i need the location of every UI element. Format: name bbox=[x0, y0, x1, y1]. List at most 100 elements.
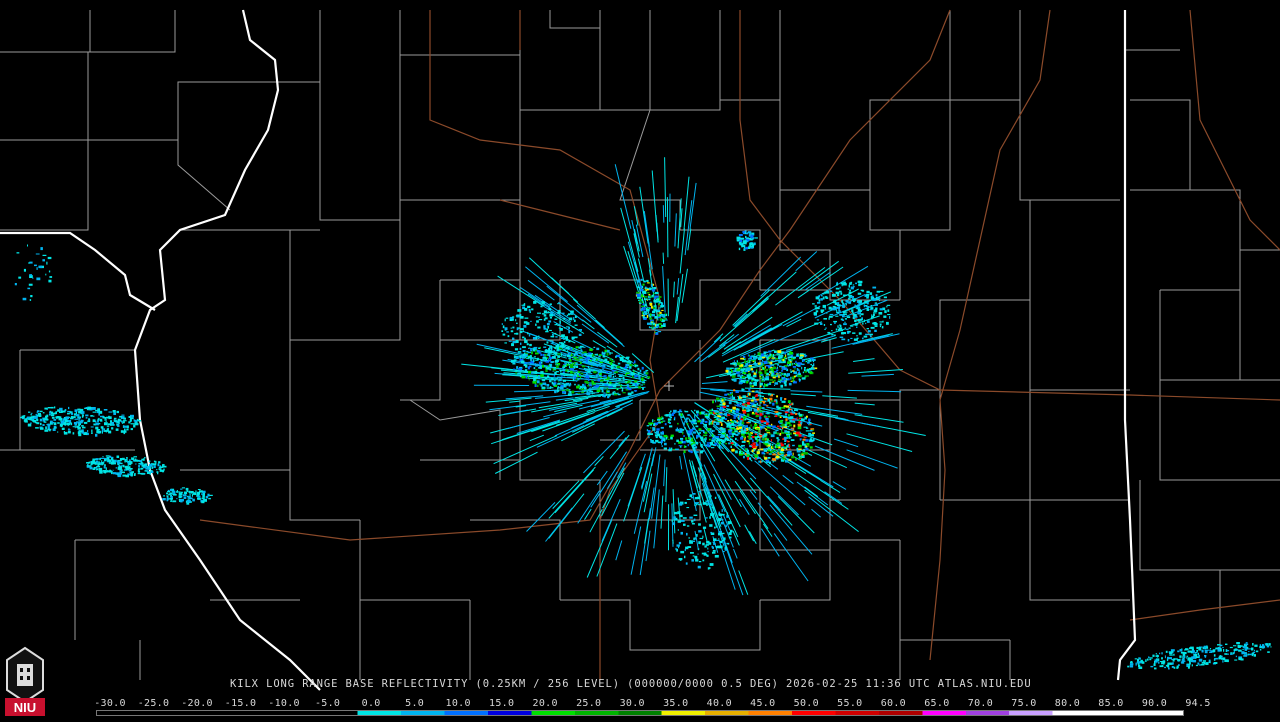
echo-pixel bbox=[1187, 664, 1190, 665]
echo-pixel bbox=[93, 415, 94, 417]
echo-pixel bbox=[646, 280, 648, 282]
echo-pixel bbox=[81, 425, 84, 427]
echo-pixel bbox=[822, 293, 824, 294]
echo-pixel bbox=[1253, 652, 1255, 653]
echo-pixel bbox=[709, 516, 711, 519]
echo-pixel bbox=[752, 449, 754, 452]
echo-pixel bbox=[746, 407, 750, 410]
echo-pixel bbox=[845, 300, 848, 302]
echo-pixel bbox=[567, 371, 568, 373]
echo-pixel bbox=[772, 444, 774, 446]
echo-pixel bbox=[519, 359, 520, 361]
echo-pixel bbox=[754, 409, 758, 412]
echo-pixel bbox=[749, 355, 750, 357]
echo-pixel bbox=[735, 438, 737, 440]
echo-pixel bbox=[743, 418, 744, 421]
echo-pixel bbox=[781, 407, 784, 408]
echo-pixel bbox=[30, 299, 31, 301]
echo-pixel bbox=[575, 316, 577, 318]
echo-pixel bbox=[785, 358, 787, 359]
echo-pixel bbox=[526, 376, 528, 379]
echo-pixel bbox=[64, 422, 66, 425]
echo-pixel bbox=[776, 437, 778, 439]
echo-pixel bbox=[758, 358, 762, 360]
echo-pixel bbox=[872, 287, 876, 289]
echo-pixel bbox=[523, 325, 526, 328]
echo-pixel bbox=[768, 449, 770, 451]
echo-pixel bbox=[538, 317, 540, 319]
echo-pixel bbox=[794, 371, 797, 374]
echo-pixel bbox=[135, 463, 136, 464]
echo-pixel bbox=[23, 415, 25, 416]
echo-pixel bbox=[729, 532, 732, 535]
echo-pixel bbox=[69, 417, 70, 418]
echo-pixel bbox=[695, 451, 699, 453]
echo-pixel bbox=[609, 386, 613, 388]
echo-pixel bbox=[837, 302, 839, 304]
echo-pixel bbox=[824, 329, 825, 330]
echo-pixel bbox=[797, 451, 801, 453]
echo-pixel bbox=[662, 445, 664, 446]
echo-pixel bbox=[805, 446, 807, 448]
echo-pixel bbox=[1189, 647, 1193, 649]
echo-pixel bbox=[511, 343, 513, 345]
echo-pixel bbox=[719, 417, 721, 418]
echo-pixel bbox=[168, 494, 171, 495]
echo-pixel bbox=[756, 428, 759, 429]
echo-pixel bbox=[1163, 661, 1166, 664]
echo-pixel bbox=[563, 372, 565, 373]
echo-pixel bbox=[36, 419, 38, 421]
echo-pixel bbox=[749, 383, 751, 385]
echo-pixel bbox=[806, 359, 808, 360]
echo-pixel bbox=[28, 262, 29, 263]
echo-pixel bbox=[690, 438, 692, 439]
echo-pixel bbox=[748, 431, 749, 433]
echo-pixel bbox=[24, 420, 28, 422]
echo-pixel bbox=[696, 442, 699, 444]
echo-pixel bbox=[109, 462, 112, 464]
echo-pixel bbox=[179, 496, 182, 499]
echo-pixel bbox=[656, 428, 659, 431]
echo-pixel bbox=[547, 375, 549, 377]
echo-pixel bbox=[48, 426, 50, 428]
echo-pixel bbox=[1199, 659, 1203, 662]
echo-pixel bbox=[43, 412, 45, 413]
echo-pixel bbox=[692, 419, 696, 422]
echo-pixel bbox=[751, 360, 754, 361]
echo-pixel bbox=[685, 502, 687, 504]
echo-pixel bbox=[760, 383, 763, 386]
echo-pixel bbox=[588, 366, 589, 369]
echo-pixel bbox=[766, 384, 768, 386]
echo-pixel bbox=[759, 441, 762, 443]
echo-pixel bbox=[716, 418, 718, 421]
echo-pixel bbox=[1192, 664, 1193, 666]
echo-pixel bbox=[544, 354, 547, 356]
echo-pixel bbox=[840, 293, 842, 295]
echo-pixel bbox=[635, 387, 639, 388]
echo-pixel bbox=[658, 299, 659, 300]
echo-pixel bbox=[879, 300, 880, 301]
echo-pixel bbox=[651, 323, 655, 324]
echo-pixel bbox=[98, 461, 100, 463]
echo-pixel bbox=[521, 361, 525, 364]
echo-pixel bbox=[517, 373, 521, 375]
echo-pixel bbox=[1147, 659, 1149, 661]
echo-pixel bbox=[819, 300, 821, 302]
echo-pixel bbox=[547, 388, 550, 389]
echo-pixel bbox=[849, 328, 851, 329]
echo-pixel bbox=[771, 374, 773, 377]
echo-pixel bbox=[880, 326, 881, 327]
echo-pixel bbox=[74, 422, 77, 424]
echo-pixel bbox=[750, 424, 751, 426]
echo-pixel bbox=[768, 393, 771, 395]
echo-pixel bbox=[867, 320, 870, 323]
echo-pixel bbox=[784, 448, 786, 450]
echo-pixel bbox=[99, 458, 101, 460]
echo-pixel bbox=[874, 322, 877, 324]
echo-pixel bbox=[693, 555, 695, 556]
echo-pixel bbox=[725, 443, 727, 444]
echo-pixel bbox=[797, 448, 799, 451]
echo-pixel bbox=[802, 444, 806, 446]
echo-pixel bbox=[141, 468, 144, 470]
echo-pixel bbox=[676, 440, 679, 443]
